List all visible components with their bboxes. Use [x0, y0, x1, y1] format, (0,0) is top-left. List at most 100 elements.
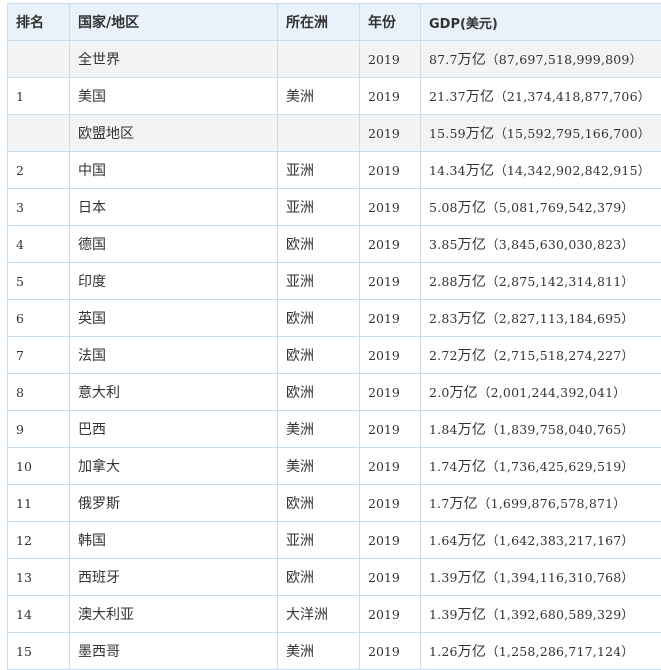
cell-country: 西班牙 [70, 559, 278, 596]
cell-continent: 大洋洲 [278, 596, 360, 633]
cell-year: 2019 [360, 78, 421, 115]
gdp-full-value: （21,374,418,877,706） [494, 89, 650, 104]
table-row: 2中国亚洲201914.34万亿（14,342,902,842,915） [8, 152, 661, 189]
cell-rank: 1 [8, 78, 70, 115]
cell-rank: 5 [8, 263, 70, 300]
cell-gdp: 1.39万亿（1,394,116,310,768） [421, 559, 661, 596]
gdp-short-value: 14.34 [429, 163, 466, 178]
gdp-short-value: 2.0 [429, 385, 449, 400]
gdp-unit: 万亿 [449, 496, 477, 512]
cell-rank: 3 [8, 189, 70, 226]
cell-rank [8, 41, 70, 78]
gdp-full-value: （1,258,286,717,124） [486, 644, 634, 659]
cell-continent: 欧洲 [278, 226, 360, 263]
gdp-full-value: （1,736,425,629,519） [486, 459, 634, 474]
gdp-unit: 万亿 [458, 237, 486, 253]
cell-continent: 亚洲 [278, 189, 360, 226]
cell-country: 加拿大 [70, 448, 278, 485]
gdp-unit: 万亿 [458, 533, 486, 549]
cell-year: 2019 [360, 263, 421, 300]
cell-rank: 8 [8, 374, 70, 411]
gdp-full-value: （2,827,113,184,695） [486, 311, 634, 326]
cell-year: 2019 [360, 152, 421, 189]
table-row: 12韩国亚洲20191.64万亿（1,642,383,217,167） [8, 522, 661, 559]
cell-gdp: 1.7万亿（1,699,876,578,871） [421, 485, 661, 522]
cell-rank: 12 [8, 522, 70, 559]
gdp-full-value: （2,001,244,392,041） [478, 385, 626, 400]
cell-gdp: 1.84万亿（1,839,758,040,765） [421, 411, 661, 448]
cell-rank: 14 [8, 596, 70, 633]
cell-country: 巴西 [70, 411, 278, 448]
cell-year: 2019 [360, 559, 421, 596]
gdp-short-value: 1.26 [429, 644, 458, 659]
cell-country: 日本 [70, 189, 278, 226]
table-row: 13西班牙欧洲20191.39万亿（1,394,116,310,768） [8, 559, 661, 596]
header-gdp: GDP(美元) [421, 4, 661, 41]
cell-continent: 欧洲 [278, 559, 360, 596]
cell-gdp: 1.26万亿（1,258,286,717,124） [421, 633, 661, 670]
table-row: 15墨西哥美洲20191.26万亿（1,258,286,717,124） [8, 633, 661, 670]
gdp-unit: 万亿 [449, 385, 477, 401]
cell-rank: 11 [8, 485, 70, 522]
cell-country: 法国 [70, 337, 278, 374]
gdp-unit: 万亿 [458, 607, 486, 623]
gdp-ranking-table: 排名 国家/地区 所在洲 年份 GDP(美元) 全世界201987.7万亿（87… [7, 3, 661, 670]
gdp-unit: 万亿 [458, 274, 486, 290]
table-row: 全世界201987.7万亿（87,697,518,999,809） [8, 41, 661, 78]
cell-continent [278, 41, 360, 78]
cell-rank: 15 [8, 633, 70, 670]
gdp-short-value: 1.84 [429, 422, 458, 437]
cell-gdp: 3.85万亿（3,845,630,030,823） [421, 226, 661, 263]
cell-rank: 10 [8, 448, 70, 485]
gdp-full-value: （1,839,758,040,765） [486, 422, 634, 437]
cell-continent: 美洲 [278, 78, 360, 115]
cell-continent: 亚洲 [278, 263, 360, 300]
header-continent: 所在洲 [278, 4, 360, 41]
gdp-unit: 万亿 [466, 163, 494, 179]
table-row: 8意大利欧洲2019 2.0万亿（2,001,244,392,041） [8, 374, 661, 411]
cell-country: 意大利 [70, 374, 278, 411]
cell-country: 欧盟地区 [70, 115, 278, 152]
gdp-full-value: （1,699,876,578,871） [478, 496, 626, 511]
gdp-full-value: （2,715,518,274,227） [486, 348, 634, 363]
cell-year: 2019 [360, 522, 421, 559]
cell-gdp: 5.08万亿（5,081,769,542,379） [421, 189, 661, 226]
table-body: 全世界201987.7万亿（87,697,518,999,809）1美国美洲20… [8, 41, 661, 670]
gdp-short-value: 1.7 [429, 496, 449, 511]
gdp-unit: 万亿 [458, 200, 486, 216]
cell-country: 德国 [70, 226, 278, 263]
cell-country: 英国 [70, 300, 278, 337]
table-row: 4德国欧洲20193.85万亿（3,845,630,030,823） [8, 226, 661, 263]
cell-continent: 亚洲 [278, 152, 360, 189]
gdp-full-value: （5,081,769,542,379） [486, 200, 634, 215]
cell-gdp: 21.37万亿（21,374,418,877,706） [421, 78, 661, 115]
cell-gdp: 87.7万亿（87,697,518,999,809） [421, 41, 661, 78]
cell-rank: 6 [8, 300, 70, 337]
gdp-short-value: 1.64 [429, 533, 458, 548]
gdp-unit: 万亿 [458, 459, 486, 475]
gdp-full-value: （15,592,795,166,700） [494, 126, 650, 141]
cell-continent: 欧洲 [278, 374, 360, 411]
header-country: 国家/地区 [70, 4, 278, 41]
cell-continent: 美洲 [278, 633, 360, 670]
gdp-unit: 万亿 [458, 644, 486, 660]
table-row: 10加拿大美洲20191.74万亿（1,736,425,629,519） [8, 448, 661, 485]
cell-year: 2019 [360, 448, 421, 485]
gdp-short-value: 87.7 [429, 52, 458, 67]
gdp-short-value: 3.85 [429, 237, 458, 252]
gdp-short-value: 1.39 [429, 570, 458, 585]
table-header-row: 排名 国家/地区 所在洲 年份 GDP(美元) [8, 4, 661, 41]
cell-year: 2019 [360, 41, 421, 78]
gdp-unit: 万亿 [458, 348, 486, 364]
gdp-unit: 万亿 [458, 570, 486, 586]
cell-continent: 欧洲 [278, 337, 360, 374]
cell-continent: 美洲 [278, 448, 360, 485]
table-row: 1美国美洲201921.37万亿（21,374,418,877,706） [8, 78, 661, 115]
gdp-full-value: （2,875,142,314,811） [486, 274, 634, 289]
gdp-full-value: （87,697,518,999,809） [486, 52, 642, 67]
cell-year: 2019 [360, 226, 421, 263]
cell-rank: 4 [8, 226, 70, 263]
gdp-unit: 万亿 [458, 52, 486, 68]
gdp-short-value: 21.37 [429, 89, 466, 104]
cell-year: 2019 [360, 374, 421, 411]
